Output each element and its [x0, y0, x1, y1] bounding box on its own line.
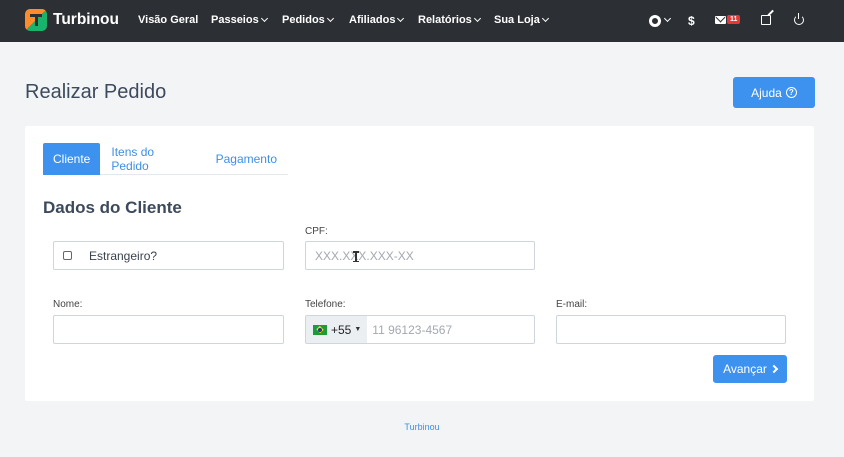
country-code-select[interactable]: +55 ▼: [306, 316, 368, 343]
foreigner-checkbox-field[interactable]: Estrangeiro?: [53, 241, 284, 270]
next-label: Avançar: [723, 362, 767, 376]
chevron-down-icon: [260, 14, 268, 23]
email-input[interactable]: [556, 315, 786, 344]
nav-passeios[interactable]: Passeios: [211, 14, 268, 26]
order-tabs: Cliente Itens do Pedido Pagamento: [43, 143, 288, 175]
nav-label: Sua Loja: [494, 14, 540, 26]
name-label: Nome:: [53, 299, 83, 310]
footer-link[interactable]: Turbinou: [0, 422, 844, 432]
nav-sua-loja[interactable]: Sua Loja: [494, 14, 549, 26]
cpf-placeholder: XXX.XXX.XXX-XX: [315, 248, 414, 263]
text-cursor-icon: [353, 251, 358, 262]
chevron-down-icon: [326, 14, 334, 23]
tab-itens-do-pedido[interactable]: Itens do Pedido: [101, 143, 204, 175]
help-label: Ajuda: [751, 85, 782, 100]
question-circle-icon: ?: [785, 87, 797, 98]
external-link-icon[interactable]: [761, 15, 771, 25]
section-title: Dados do Cliente: [43, 198, 182, 217]
nav-label: Afiliados: [349, 14, 396, 26]
brand-name: Turbinou: [53, 11, 119, 28]
brazil-flag-icon: [313, 324, 327, 335]
chevron-down-icon: [473, 14, 481, 23]
top-navbar: Turbinou Visão Geral Passeios Pedidos Af…: [0, 0, 844, 42]
gear-icon[interactable]: [649, 15, 661, 27]
nav-label: Visão Geral: [138, 14, 199, 26]
power-icon[interactable]: [794, 13, 804, 25]
foreigner-label: Estrangeiro?: [89, 248, 158, 263]
email-label: E-mail:: [556, 299, 588, 310]
mail-count-badge: 11: [727, 15, 741, 24]
phone-placeholder: 11 96123-4567: [372, 322, 453, 337]
dollar-icon[interactable]: $: [688, 14, 695, 28]
chevron-down-icon: [663, 14, 672, 23]
chevron-right-icon: [769, 364, 779, 374]
country-code: +55: [331, 322, 352, 337]
cpf-input[interactable]: XXX.XXX.XXX-XX: [305, 241, 535, 270]
turbinou-logo-icon: [25, 9, 47, 31]
nav-label: Pedidos: [282, 14, 325, 26]
help-button[interactable]: Ajuda ?: [733, 77, 815, 108]
nav-label: Relatórios: [418, 14, 472, 26]
order-card: Cliente Itens do Pedido Pagamento Dados …: [25, 126, 814, 401]
chevron-down-icon: [397, 14, 405, 23]
nav-visao-geral[interactable]: Visão Geral: [138, 14, 198, 26]
next-button[interactable]: Avançar: [713, 355, 787, 383]
chevron-down-icon: [541, 14, 549, 23]
mail-icon[interactable]: [715, 16, 726, 24]
nav-relatorios[interactable]: Relatórios: [418, 14, 481, 26]
tab-pagamento[interactable]: Pagamento: [206, 143, 287, 175]
tab-cliente[interactable]: Cliente: [43, 143, 101, 175]
nav-pedidos[interactable]: Pedidos: [282, 14, 334, 26]
nav-afiliados[interactable]: Afiliados: [349, 14, 405, 26]
cpf-label: CPF:: [305, 226, 328, 237]
caret-down-icon: ▼: [354, 326, 362, 333]
page-title: Realizar Pedido: [25, 81, 167, 103]
settings-dropdown[interactable]: [662, 14, 672, 26]
foreigner-checkbox[interactable]: [63, 251, 72, 260]
name-input[interactable]: [53, 315, 284, 344]
phone-input[interactable]: +55 ▼ 11 96123-4567: [305, 315, 535, 344]
brand-link[interactable]: Turbinou: [25, 9, 119, 31]
nav-label: Passeios: [211, 14, 259, 26]
phone-label: Telefone:: [305, 299, 346, 310]
